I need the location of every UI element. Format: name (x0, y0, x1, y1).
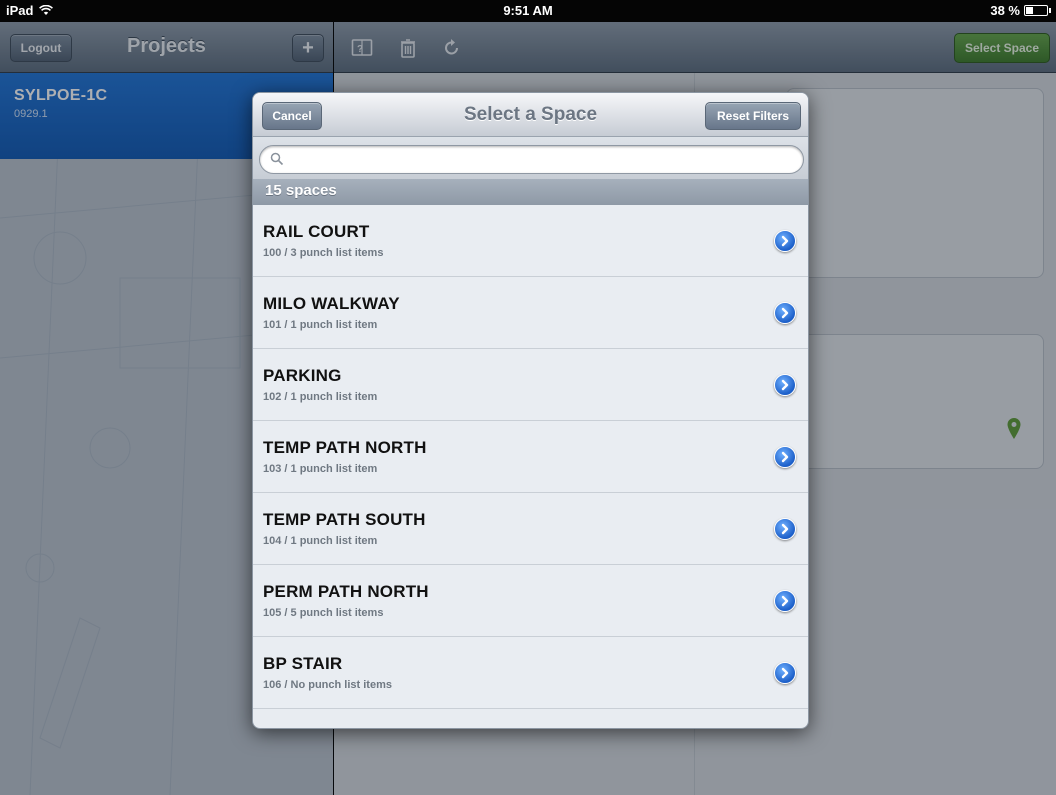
disclosure-button[interactable] (774, 302, 796, 324)
space-row[interactable]: PERM PATH NORTH 105 / 5 punch list items (253, 565, 808, 637)
battery-percent: 38 % (990, 3, 1020, 18)
chevron-right-icon (781, 235, 789, 247)
spaces-count-header: 15 spaces (253, 179, 808, 205)
modal-header: Cancel Select a Space Reset Filters (253, 93, 808, 137)
chevron-right-icon (781, 451, 789, 463)
space-row[interactable]: TEMP PATH NORTH 103 / 1 punch list item (253, 421, 808, 493)
battery-icon (1024, 5, 1051, 16)
disclosure-button[interactable] (774, 518, 796, 540)
space-detail: 105 / 5 punch list items (263, 607, 384, 619)
disclosure-button[interactable] (774, 230, 796, 252)
chevron-right-icon (781, 379, 789, 391)
disclosure-button[interactable] (774, 590, 796, 612)
status-right: 38 % (990, 3, 1051, 18)
space-name: TEMP PATH NORTH (263, 438, 427, 457)
battery-fill (1026, 7, 1034, 14)
disclosure-button[interactable] (774, 662, 796, 684)
space-name: BP STAIR (263, 654, 343, 673)
chevron-right-icon (781, 667, 789, 679)
space-name: MILO WALKWAY (263, 294, 400, 313)
space-detail: 102 / 1 punch list item (263, 391, 378, 403)
space-detail: 100 / 3 punch list items (263, 247, 384, 259)
space-name: RAIL COURT (263, 222, 370, 241)
chevron-right-icon (781, 523, 789, 535)
disclosure-button[interactable] (774, 446, 796, 468)
space-detail: 104 / 1 punch list item (263, 535, 378, 547)
reset-filters-button[interactable]: Reset Filters (705, 102, 801, 130)
space-detail: 101 / 1 punch list item (263, 319, 378, 331)
space-name: TEMP PATH SOUTH (263, 510, 426, 529)
spaces-list: RAIL COURT 100 / 3 punch list items MILO W… (253, 205, 808, 709)
space-name: PERM PATH NORTH (263, 582, 429, 601)
search-bar (253, 137, 808, 179)
space-row[interactable]: MILO WALKWAY 101 / 1 punch list item (253, 277, 808, 349)
chevron-right-icon (781, 595, 789, 607)
space-name: PARKING (263, 366, 342, 385)
clock: 9:51 AM (503, 3, 553, 18)
disclosure-button[interactable] (774, 374, 796, 396)
space-row[interactable]: RAIL COURT 100 / 3 punch list items (253, 205, 808, 277)
search-icon (270, 152, 284, 166)
space-detail: 106 / No punch list items (263, 679, 392, 691)
space-row[interactable]: TEMP PATH SOUTH 104 / 1 punch list item (253, 493, 808, 565)
select-space-modal: Cancel Select a Space Reset Filters 15 s… (252, 92, 809, 729)
space-row[interactable]: PARKING 102 / 1 punch list item (253, 349, 808, 421)
space-detail: 103 / 1 punch list item (263, 463, 378, 475)
search-input[interactable] (259, 145, 804, 174)
chevron-right-icon (781, 307, 789, 319)
space-row[interactable]: BP STAIR 106 / No punch list items (253, 637, 808, 709)
status-bar: iPad 9:51 AM 38 % (0, 0, 1056, 22)
